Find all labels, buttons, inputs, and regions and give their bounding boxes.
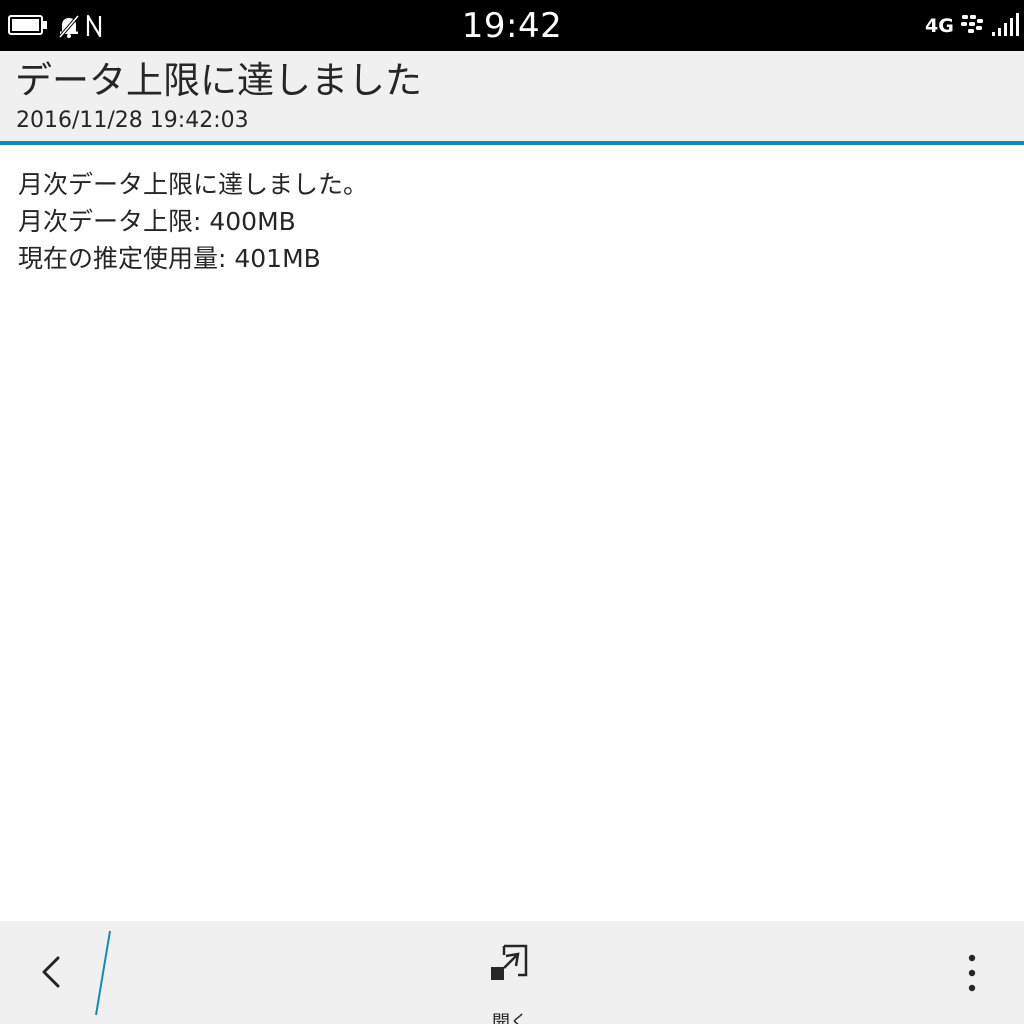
overflow-menu-icon — [968, 954, 976, 992]
network-type-label: 4G — [925, 15, 954, 37]
back-chevron-icon — [42, 956, 60, 988]
back-divider — [95, 930, 111, 1016]
status-bar: 19:42 4G — [0, 0, 1024, 51]
nfc-icon — [86, 14, 102, 38]
open-button-label: 開く — [492, 1012, 528, 1024]
notification-title: データ上限に達しました — [15, 59, 422, 102]
body-line-limit-reached: 月次データ上限に達しました。 — [18, 170, 369, 199]
body-line-estimated-usage: 現在の推定使用量: 401MB — [18, 244, 321, 273]
body-line-monthly-limit: 月次データ上限: 400MB — [18, 207, 296, 236]
battery-icon — [8, 15, 47, 35]
notification-screen: 19:42 4G データ上限に達しました 2016/11/28 19:42:03… — [0, 0, 1024, 1024]
header-divider — [0, 141, 1024, 145]
notification-body: 月次データ上限に達しました。 月次データ上限: 400MB 現在の推定使用量: … — [18, 166, 1008, 277]
signal-strength-icon — [992, 13, 1019, 36]
status-clock: 19:42 — [461, 6, 563, 46]
notification-timestamp: 2016/11/28 19:42:03 — [16, 108, 249, 133]
back-button[interactable] — [30, 946, 74, 998]
overflow-menu-button[interactable] — [952, 949, 992, 999]
open-button[interactable]: 開く — [470, 937, 550, 1024]
open-in-icon — [491, 944, 528, 980]
notifications-muted-icon — [58, 14, 80, 39]
action-bar: 開く — [0, 921, 1024, 1024]
blackberry-logo-icon — [961, 15, 983, 33]
notification-header: データ上限に達しました 2016/11/28 19:42:03 — [0, 51, 1024, 142]
